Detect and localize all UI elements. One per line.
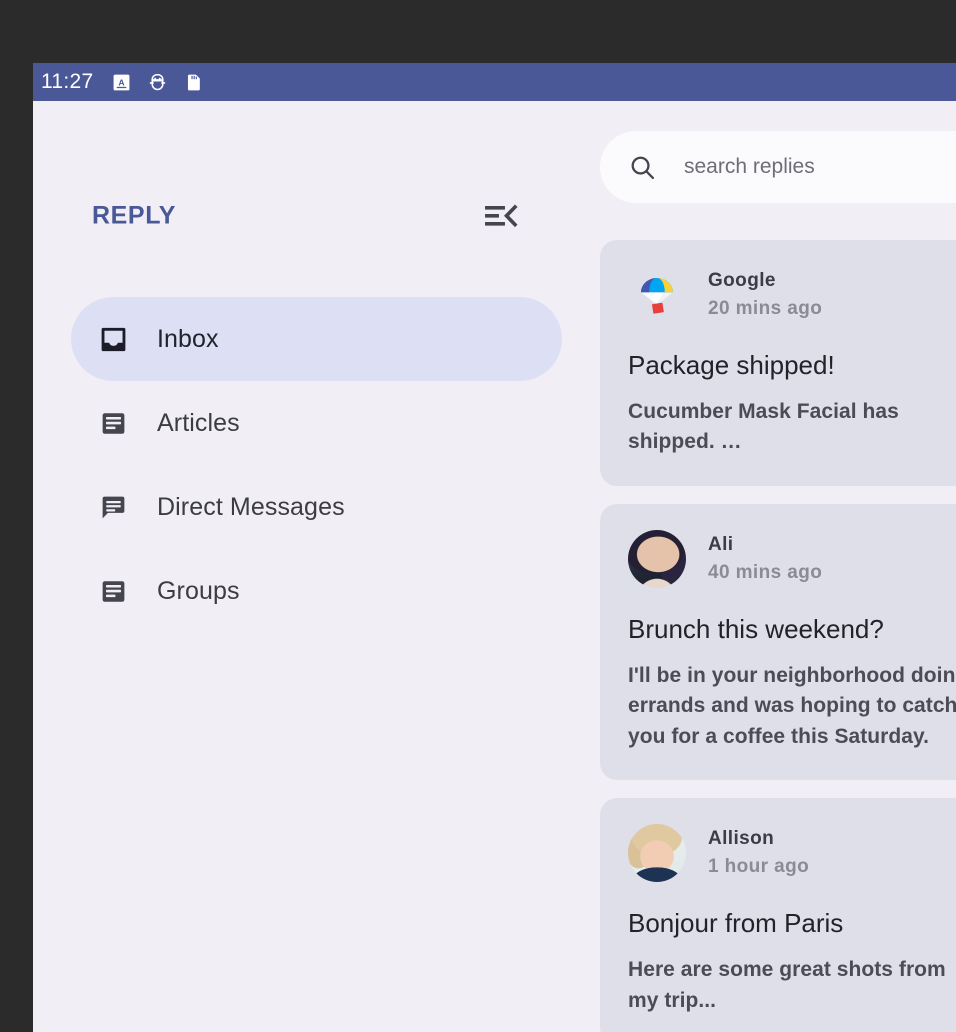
email-list: Google 20 mins ago Package shipped! Cucu…: [600, 240, 956, 1032]
email-header: Ali 40 mins ago: [628, 530, 956, 588]
sidebar-item-label: Groups: [157, 577, 240, 606]
email-list-item[interactable]: Allison 1 hour ago Bonjour from Paris He…: [600, 798, 956, 1032]
search-bar[interactable]: [600, 131, 956, 203]
article-icon: [96, 574, 130, 608]
sidebar-item-articles[interactable]: Articles: [71, 381, 562, 465]
status-bar-clock: 11:27: [41, 70, 94, 94]
text-input-indicator-icon: A: [112, 73, 131, 92]
timestamp: 20 mins ago: [708, 298, 822, 320]
timestamp: 40 mins ago: [708, 562, 822, 584]
sidebar-item-label: Inbox: [157, 325, 219, 354]
email-subject: Brunch this weekend?: [628, 614, 956, 645]
device-screen: 11:27 A: [33, 63, 956, 1032]
android-debug-icon: [147, 72, 168, 93]
navigation-header: REPLY: [33, 196, 600, 236]
sidebar-item-groups[interactable]: Groups: [71, 549, 562, 633]
email-preview: Here are some great shots from my trip..…: [628, 955, 956, 1016]
sender-block: Ali 40 mins ago: [708, 534, 822, 584]
sender-name: Google: [708, 270, 822, 292]
sidebar-item-inbox[interactable]: Inbox: [71, 297, 562, 381]
avatar: [628, 266, 686, 324]
email-subject: Bonjour from Paris: [628, 908, 956, 939]
avatar: [628, 824, 686, 882]
sender-name: Ali: [708, 534, 822, 556]
avatar: [628, 530, 686, 588]
search-icon: [626, 151, 658, 183]
email-header: Google 20 mins ago: [628, 266, 956, 324]
navigation-drawer: REPLY: [33, 101, 600, 1032]
app-body: REPLY: [33, 101, 956, 1032]
search-input[interactable]: [684, 155, 956, 179]
email-list-item[interactable]: Google 20 mins ago Package shipped! Cucu…: [600, 240, 956, 486]
sd-card-icon: [184, 73, 203, 92]
sidebar-item-direct-messages[interactable]: Direct Messages: [71, 465, 562, 549]
timestamp: 1 hour ago: [708, 856, 809, 878]
status-bar: 11:27 A: [33, 63, 956, 101]
inbox-icon: [96, 322, 130, 356]
sender-block: Google 20 mins ago: [708, 270, 822, 320]
content-pane: Google 20 mins ago Package shipped! Cucu…: [600, 101, 956, 1032]
navigation-list: Inbox Articles: [33, 297, 600, 633]
sidebar-item-label: Articles: [157, 409, 240, 438]
sender-block: Allison 1 hour ago: [708, 828, 809, 878]
sidebar-item-label: Direct Messages: [157, 493, 345, 522]
menu-open-icon[interactable]: [477, 196, 525, 236]
app-brand-title: REPLY: [92, 202, 176, 231]
article-icon: [96, 406, 130, 440]
emulator-frame: 11:27 A: [0, 0, 956, 1032]
svg-text:A: A: [118, 77, 125, 87]
email-header: Allison 1 hour ago: [628, 824, 956, 882]
email-list-item[interactable]: Ali 40 mins ago Brunch this weekend? I'l…: [600, 504, 956, 780]
email-preview: Cucumber Mask Facial has shipped. …: [628, 397, 956, 458]
sender-name: Allison: [708, 828, 809, 850]
chat-bubble-icon: [96, 490, 130, 524]
email-subject: Package shipped!: [628, 350, 956, 381]
email-preview: I'll be in your neighborhood doing erran…: [628, 661, 956, 752]
